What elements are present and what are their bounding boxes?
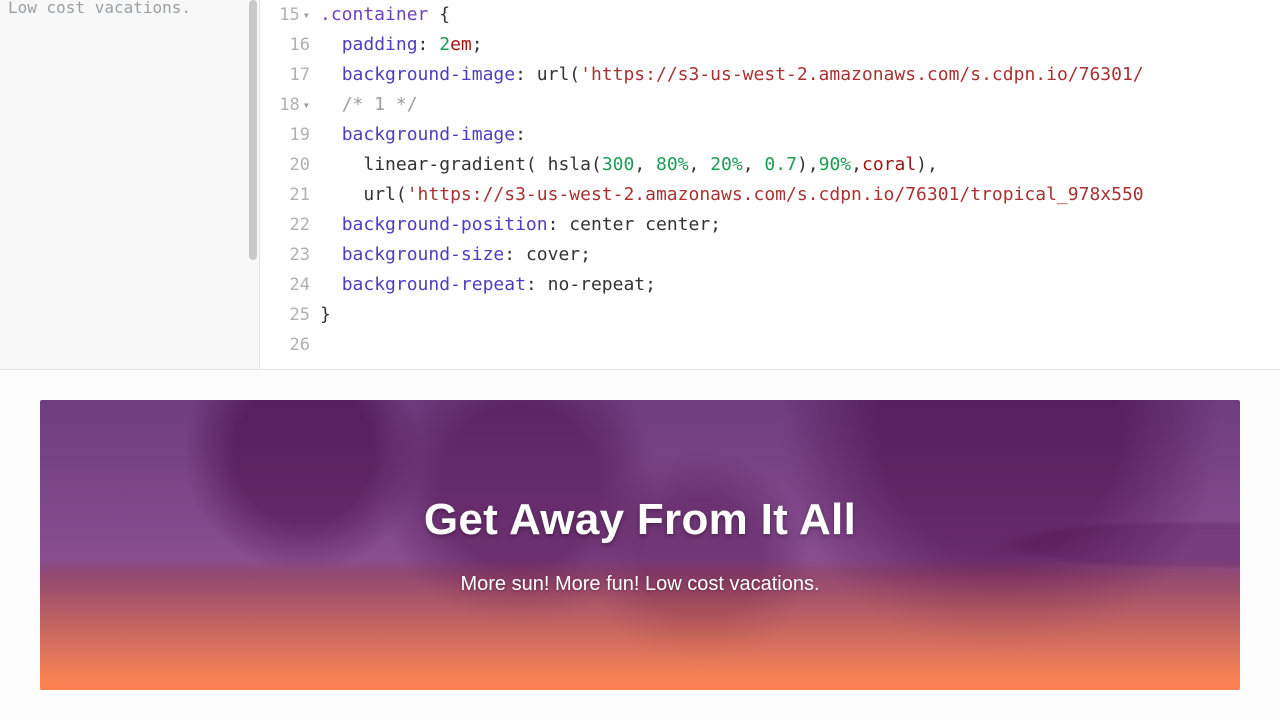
code-content[interactable]: } bbox=[320, 300, 331, 330]
code-line[interactable]: 24 background-repeat: no-repeat; bbox=[260, 270, 1280, 300]
code-line[interactable]: 26 bbox=[260, 330, 1280, 360]
code-content[interactable]: .container { bbox=[320, 0, 450, 30]
code-content[interactable]: url('https://s3-us-west-2.amazonaws.com/… bbox=[320, 180, 1144, 210]
code-line[interactable]: 22 background-position: center center; bbox=[260, 210, 1280, 240]
line-number: 24 bbox=[260, 270, 320, 300]
codepen-like-editor: Low cost vacations. 15▾.container {16 pa… bbox=[0, 0, 1280, 720]
code-content[interactable]: background-size: cover; bbox=[320, 240, 591, 270]
line-number: 18▾ bbox=[260, 90, 320, 120]
html-fragment-text: Low cost vacations. bbox=[8, 0, 245, 17]
code-line[interactable]: 18▾ /* 1 */ bbox=[260, 90, 1280, 120]
line-number: 21 bbox=[260, 180, 320, 210]
code-content[interactable]: background-image: bbox=[320, 120, 526, 150]
code-content[interactable]: background-image: url('https://s3-us-wes… bbox=[320, 60, 1144, 90]
line-number: 19 bbox=[260, 120, 320, 150]
fold-toggle-icon[interactable]: ▾ bbox=[303, 90, 310, 120]
line-number: 20 bbox=[260, 150, 320, 180]
scrollbar-thumb[interactable] bbox=[249, 0, 257, 260]
preview-heading: Get Away From It All bbox=[424, 495, 856, 545]
html-editor-pane[interactable]: Low cost vacations. bbox=[0, 0, 260, 369]
code-line[interactable]: 16 padding: 2em; bbox=[260, 30, 1280, 60]
preview-pane: Get Away From It All More sun! More fun!… bbox=[0, 370, 1280, 720]
line-number: 17 bbox=[260, 60, 320, 90]
code-content[interactable]: /* 1 */ bbox=[320, 90, 418, 120]
line-number: 22 bbox=[260, 210, 320, 240]
code-content[interactable]: background-position: center center; bbox=[320, 210, 721, 240]
line-number: 16 bbox=[260, 30, 320, 60]
code-line[interactable]: 25} bbox=[260, 300, 1280, 330]
code-content[interactable]: background-repeat: no-repeat; bbox=[320, 270, 656, 300]
code-line[interactable]: 20 linear-gradient( hsla(300, 80%, 20%, … bbox=[260, 150, 1280, 180]
code-line[interactable]: 15▾.container { bbox=[260, 0, 1280, 30]
line-number: 23 bbox=[260, 240, 320, 270]
code-content[interactable]: linear-gradient( hsla(300, 80%, 20%, 0.7… bbox=[320, 150, 938, 180]
line-number: 25 bbox=[260, 300, 320, 330]
code-line[interactable]: 21 url('https://s3-us-west-2.amazonaws.c… bbox=[260, 180, 1280, 210]
code-line[interactable]: 19 background-image: bbox=[260, 120, 1280, 150]
code-line[interactable]: 17 background-image: url('https://s3-us-… bbox=[260, 60, 1280, 90]
code-line[interactable]: 23 background-size: cover; bbox=[260, 240, 1280, 270]
line-number: 15▾ bbox=[260, 0, 320, 30]
css-editor-pane[interactable]: 15▾.container {16 padding: 2em;17 backgr… bbox=[260, 0, 1280, 369]
line-number: 26 bbox=[260, 330, 320, 360]
preview-container: Get Away From It All More sun! More fun!… bbox=[40, 400, 1240, 690]
fold-toggle-icon[interactable]: ▾ bbox=[303, 0, 310, 30]
preview-subheading: More sun! More fun! Low cost vacations. bbox=[460, 573, 819, 596]
editor-panes: Low cost vacations. 15▾.container {16 pa… bbox=[0, 0, 1280, 370]
code-lines[interactable]: 15▾.container {16 padding: 2em;17 backgr… bbox=[260, 0, 1280, 360]
code-content[interactable]: padding: 2em; bbox=[320, 30, 483, 60]
scrollbar-vertical[interactable] bbox=[249, 0, 257, 369]
